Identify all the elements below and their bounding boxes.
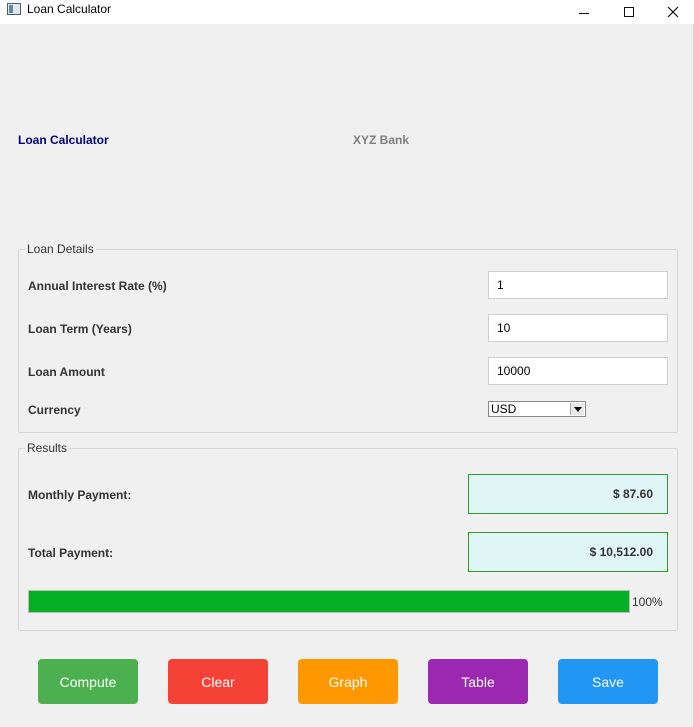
total-payment-label: Total Payment: — [28, 546, 114, 560]
progress-percent-label: 100% — [632, 595, 663, 609]
interest-rate-input[interactable]: 1 — [488, 271, 668, 299]
loan-details-legend: Loan Details — [25, 242, 96, 256]
minimize-button[interactable] — [561, 0, 607, 24]
currency-label: Currency — [28, 403, 81, 417]
close-icon — [667, 6, 679, 18]
progress-bar — [28, 590, 630, 613]
chevron-down-icon[interactable] — [570, 403, 584, 415]
app-window-icon — [7, 3, 21, 15]
app-heading: Loan Calculator — [18, 133, 109, 147]
loan-amount-input[interactable]: 10000 — [488, 357, 668, 385]
window-title: Loan Calculator — [27, 2, 112, 16]
monthly-payment-value: $ 87.60 — [468, 474, 668, 514]
loan-amount-label: Loan Amount — [28, 365, 105, 379]
total-payment-value: $ 10,512.00 — [468, 532, 668, 572]
maximize-button[interactable] — [606, 0, 652, 24]
compute-button[interactable]: Compute — [38, 659, 138, 704]
clear-button[interactable]: Clear — [168, 659, 268, 704]
interest-rate-label: Annual Interest Rate (%) — [28, 279, 167, 293]
progress-bar-fill — [29, 591, 629, 612]
close-button[interactable] — [650, 0, 694, 24]
results-legend: Results — [25, 441, 70, 455]
graph-button[interactable]: Graph — [298, 659, 398, 704]
loan-term-label: Loan Term (Years) — [28, 322, 132, 336]
title-bar: Loan Calculator — [0, 0, 694, 24]
currency-selected-value: USD — [491, 402, 517, 416]
currency-select[interactable]: USD — [488, 401, 586, 417]
loan-term-input[interactable]: 10 — [488, 314, 668, 342]
minimize-icon — [579, 12, 589, 14]
table-button[interactable]: Table — [428, 659, 528, 704]
maximize-icon — [624, 7, 634, 17]
bank-name: XYZ Bank — [353, 133, 410, 147]
monthly-payment-label: Monthly Payment: — [28, 488, 132, 502]
save-button[interactable]: Save — [558, 659, 658, 704]
